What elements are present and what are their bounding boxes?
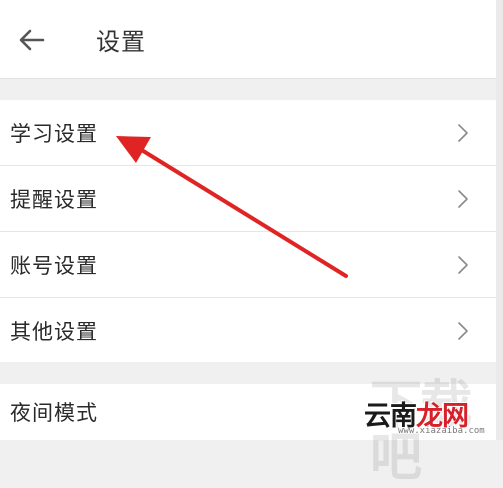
settings-item-reminder[interactable]: 提醒设置	[0, 165, 496, 231]
chevron-right-icon	[458, 123, 468, 142]
chevron-right-icon	[458, 255, 468, 274]
settings-list-secondary: 夜间模式	[0, 384, 496, 440]
settings-item-label: 学习设置	[10, 121, 98, 146]
settings-list: 学习设置 提醒设置 账号设置 其他设置	[0, 100, 496, 362]
arrow-left-icon	[19, 29, 45, 51]
settings-item-account[interactable]: 账号设置	[0, 231, 496, 297]
chevron-right-icon	[458, 189, 468, 208]
scroll-edge	[496, 0, 503, 440]
settings-item-label: 账号设置	[10, 253, 98, 278]
settings-item-night-mode[interactable]: 夜间模式	[0, 384, 496, 440]
page-title: 设置	[96, 28, 146, 56]
back-button[interactable]	[10, 18, 54, 62]
settings-item-label: 其他设置	[10, 319, 98, 344]
settings-item-other[interactable]: 其他设置	[0, 297, 496, 363]
app-header: 设置	[0, 0, 503, 79]
settings-item-study[interactable]: 学习设置	[0, 100, 496, 165]
chevron-right-icon	[458, 321, 468, 340]
settings-item-label: 夜间模式	[10, 401, 98, 425]
settings-item-label: 提醒设置	[10, 187, 98, 212]
